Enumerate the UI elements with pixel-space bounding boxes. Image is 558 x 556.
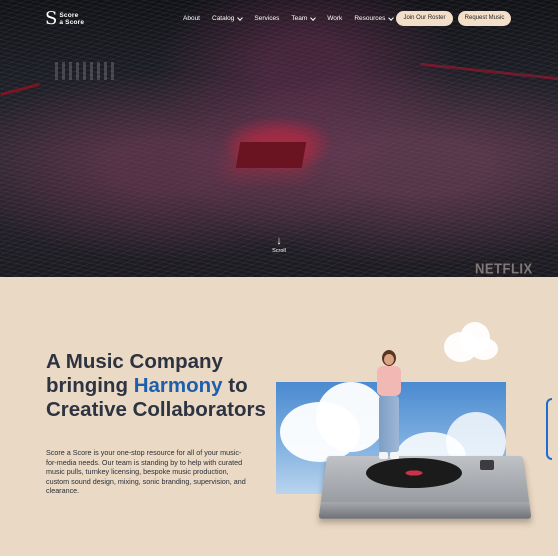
chevron-down-icon — [310, 14, 317, 21]
headline-accent: Harmony — [133, 374, 223, 397]
intro-description: Score a Score is your one-stop resource … — [46, 448, 246, 496]
chevron-down-icon — [388, 14, 395, 21]
nav-item-catalog[interactable]: Catalog — [212, 14, 244, 23]
nav-item-work[interactable]: Work — [327, 14, 342, 23]
hero-illustration — [276, 318, 558, 556]
nav-item-team[interactable]: Team — [291, 14, 317, 23]
hero-section: ↓ Scroll NETFLIX — [0, 0, 558, 277]
scroll-indicator[interactable]: ↓ Scroll — [266, 236, 292, 255]
top-navigation: S Score a Score About Catalog Services T… — [0, 0, 558, 40]
nav-item-services[interactable]: Services — [254, 14, 279, 23]
arena-light-streak — [420, 62, 558, 81]
floating-cloud — [436, 318, 500, 370]
logo-line-1: Score — [59, 12, 79, 19]
request-music-button[interactable]: Request Music — [458, 11, 511, 26]
nav-item-about[interactable]: About — [183, 14, 200, 23]
site-logo[interactable]: S Score a Score — [45, 10, 84, 28]
arena-stage — [235, 142, 307, 168]
arrow-down-icon: ↓ — [276, 235, 282, 247]
logo-line-2: a Score — [59, 19, 85, 26]
arena-lights — [55, 62, 115, 80]
scroll-label: Scroll — [272, 248, 286, 254]
chevron-down-icon — [237, 14, 244, 21]
tonearm — [480, 460, 494, 470]
vinyl-record — [366, 458, 462, 488]
join-roster-button[interactable]: Join Our Roster — [396, 11, 453, 26]
nav-item-resources[interactable]: Resources — [354, 14, 395, 23]
arena-light-streak — [0, 82, 40, 97]
logo-wordmark: Score a Score — [59, 12, 84, 26]
woman-with-headphones — [376, 350, 402, 462]
page-headline: A Music Company bringing Harmony to Crea… — [46, 350, 276, 422]
netflix-watermark: NETFLIX — [475, 259, 533, 277]
carousel-edge-shape — [546, 398, 552, 460]
logo-mark: S — [45, 8, 58, 29]
main-menu: About Catalog Services Team Work Resourc… — [183, 14, 395, 23]
